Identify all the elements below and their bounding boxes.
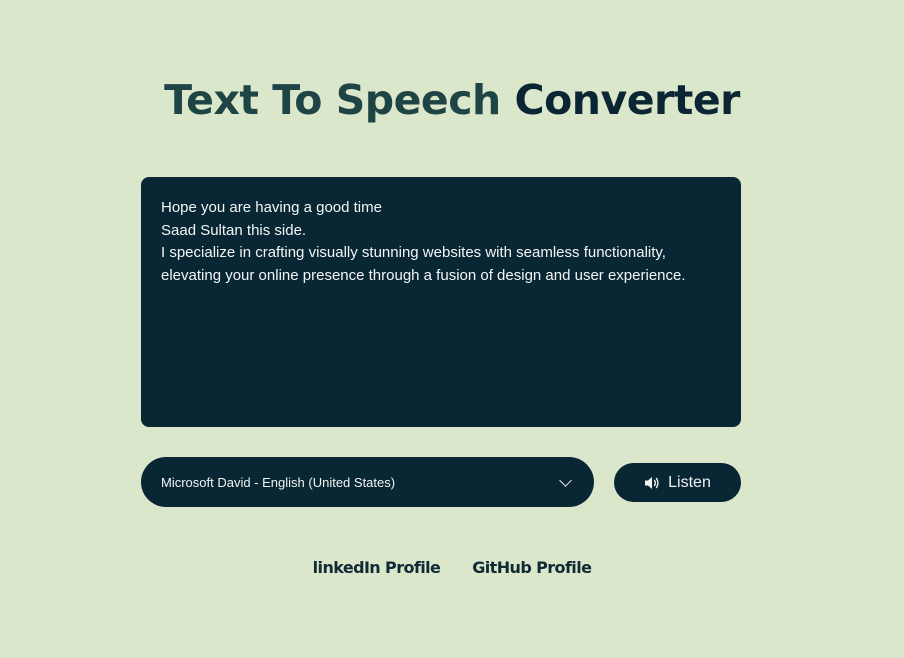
linkedin-profile-link[interactable]: linkedIn Profile — [313, 558, 441, 577]
profile-links: linkedIn Profile GitHub Profile — [0, 558, 904, 577]
listen-button-label: Listen — [668, 473, 711, 491]
chevron-down-icon — [559, 473, 572, 487]
page: Text To Speech Converter Hope you are ha… — [0, 0, 904, 658]
page-title: Text To Speech Converter — [0, 74, 904, 126]
text-input-area[interactable]: Hope you are having a good time Saad Sul… — [141, 177, 741, 427]
title-part-1: Text To Speech — [164, 76, 501, 124]
voice-select-value: Microsoft David - English (United States… — [161, 474, 396, 490]
voice-select[interactable]: Microsoft David - English (United States… — [141, 457, 594, 507]
text-line: Hope you are having a good time — [161, 199, 382, 216]
text-line: Saad Sultan this side. — [161, 221, 307, 239]
github-profile-link[interactable]: GitHub Profile — [472, 558, 592, 577]
text-line: I specialize in crafting visually stunni… — [161, 244, 666, 262]
text-line: elevating your online presence through a… — [161, 266, 686, 284]
title-part-2: Converter — [514, 76, 741, 124]
speaker-icon — [645, 476, 659, 489]
listen-button[interactable]: Listen — [614, 463, 741, 502]
